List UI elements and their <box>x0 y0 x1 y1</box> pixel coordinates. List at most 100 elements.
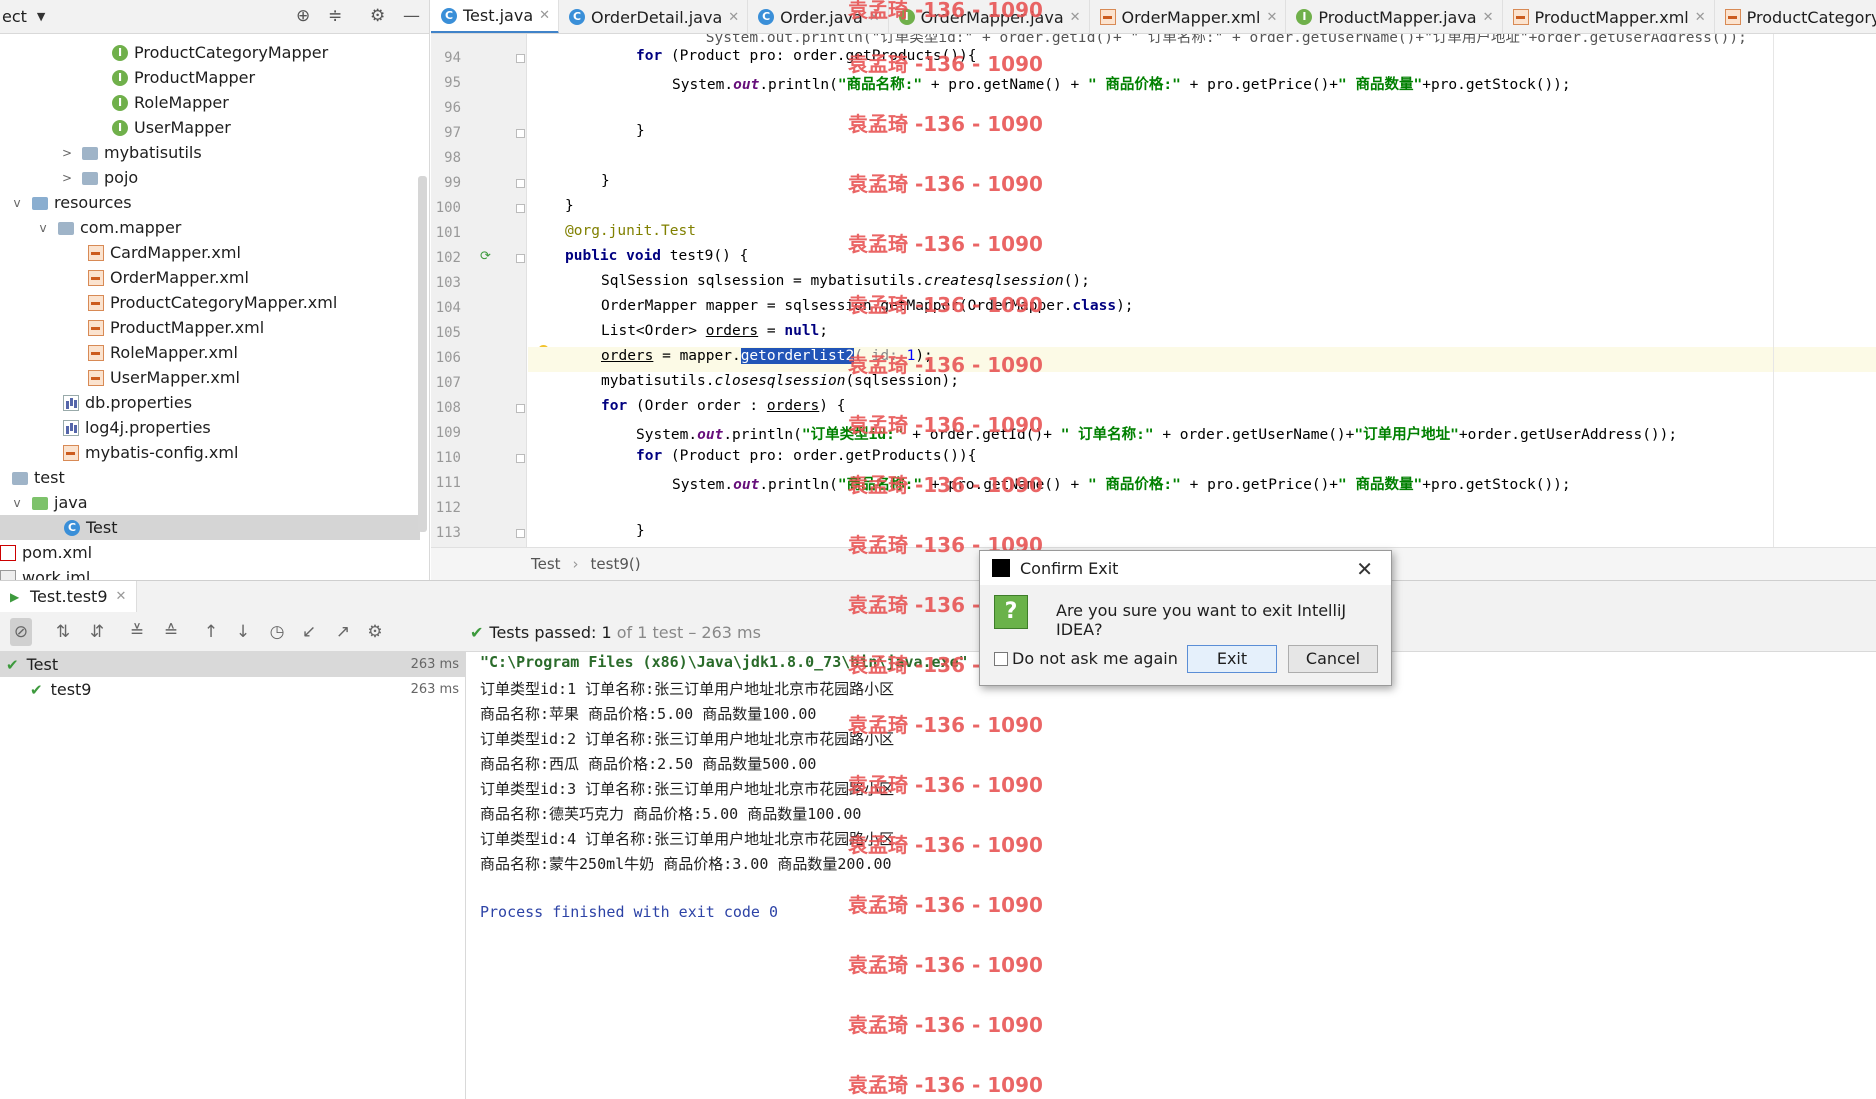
collapse-all-icon[interactable]: ≙ <box>160 622 182 642</box>
close-icon[interactable]: ✕ <box>728 10 739 25</box>
test-history-icon[interactable]: ◷ <box>266 622 288 642</box>
chevron-down-icon[interactable]: v <box>10 496 24 510</box>
tree-item[interactable]: I ProductMapper <box>112 65 255 90</box>
code-line: mybatisutils.closesqlsession(sqlsession)… <box>601 373 959 389</box>
close-icon[interactable]: ✕ <box>1483 10 1494 25</box>
tree-item[interactable]: OrderMapper.xml <box>88 265 249 290</box>
line-number: 102 <box>435 250 461 266</box>
line-number: 104 <box>435 300 461 316</box>
console-line: 商品名称:德芙巧克力 商品价格:5.00 商品数量100.00 <box>480 805 862 823</box>
close-icon[interactable]: ✕ <box>539 8 550 23</box>
fold-marker-icon[interactable] <box>516 54 525 63</box>
code-editor[interactable]: 94 95 96 97 98 99 100 101 102 103 104 10… <box>431 34 1876 547</box>
show-passed-icon[interactable]: ⊘ <box>10 618 32 646</box>
import-tests-icon[interactable]: ↙ <box>298 622 320 642</box>
test-method-row[interactable]: ✔ test9 263 ms <box>0 677 465 702</box>
export-tests-icon[interactable]: ↗ <box>332 622 354 642</box>
close-icon[interactable]: ✕ <box>116 589 127 604</box>
close-icon[interactable]: ✕ <box>869 10 880 25</box>
tree-item[interactable]: v com.mapper <box>36 215 181 240</box>
tab-productcategorymapper[interactable]: ProductCategoryMapper <box>1715 0 1876 33</box>
collapse-all-icon[interactable]: ≑ <box>328 6 342 26</box>
tree-item[interactable]: CardMapper.xml <box>88 240 241 265</box>
tree-item[interactable]: UserMapper.xml <box>88 365 240 390</box>
expand-all-icon[interactable]: ≚ <box>126 622 148 642</box>
do-not-ask-checkbox[interactable]: Do not ask me again <box>994 649 1178 668</box>
tree-item[interactable]: > pojo <box>60 165 138 190</box>
tab-orderdetail-java[interactable]: C OrderDetail.java ✕ <box>559 0 749 33</box>
tab-ordermapper-java[interactable]: I OrderMapper.java ✕ <box>889 0 1090 33</box>
next-failed-icon[interactable]: ↓ <box>232 622 254 642</box>
xml-file-icon <box>88 244 104 261</box>
tab-order-java[interactable]: C Order.java ✕ <box>748 0 889 33</box>
close-icon[interactable]: ✕ <box>1356 557 1373 581</box>
locate-icon[interactable]: ⊕ <box>296 6 310 26</box>
project-scrollbar[interactable] <box>418 176 427 532</box>
tree-item[interactable]: I RoleMapper <box>112 90 229 115</box>
fold-marker-icon[interactable] <box>516 454 525 463</box>
breadcrumb-item[interactable]: test9() <box>591 555 641 573</box>
line-number: 99 <box>444 175 461 191</box>
previous-failed-icon[interactable]: ↑ <box>200 622 222 642</box>
fold-marker-icon[interactable] <box>516 204 525 213</box>
sort-duration-icon[interactable]: ⇵ <box>86 622 108 642</box>
code-line: System.out.println("订单类型id:" + order.get… <box>601 34 1747 46</box>
tree-item[interactable]: v java <box>10 490 87 515</box>
code-line: for (Order order : orders) { <box>601 398 846 414</box>
gear-icon[interactable]: ⚙ <box>364 622 386 642</box>
tab-ordermapper-xml[interactable]: OrderMapper.xml ✕ <box>1090 0 1287 33</box>
sort-alpha-icon[interactable]: ⇅ <box>52 622 74 642</box>
tree-item[interactable]: log4j.properties <box>63 415 211 440</box>
fold-marker-icon[interactable] <box>516 254 525 263</box>
xml-file-icon <box>1724 9 1741 25</box>
chevron-right-icon[interactable]: > <box>60 171 74 185</box>
tree-item[interactable]: ProductCategoryMapper.xml <box>88 290 337 315</box>
tree-item[interactable]: RoleMapper.xml <box>88 340 238 365</box>
tree-item[interactable]: db.properties <box>63 390 192 415</box>
tab-productmapper-java[interactable]: I ProductMapper.java ✕ <box>1286 0 1503 33</box>
tree-item[interactable]: work.iml <box>0 565 90 580</box>
xml-file-icon <box>88 319 104 336</box>
chevron-down-icon[interactable]: v <box>36 221 50 235</box>
folder-icon <box>58 222 74 235</box>
tree-item[interactable]: pom.xml <box>0 540 92 565</box>
fold-marker-icon[interactable] <box>516 179 525 188</box>
tree-item[interactable]: mybatis-config.xml <box>63 440 238 465</box>
checkbox-icon[interactable] <box>994 651 1008 666</box>
exit-button[interactable]: Exit <box>1187 645 1277 673</box>
test-class-row[interactable]: ✔ Test 263 ms <box>0 652 465 677</box>
chevron-down-icon[interactable]: v <box>10 196 24 210</box>
run-test-icon[interactable]: ⟳ <box>480 249 494 264</box>
tree-item[interactable]: v resources <box>10 190 131 215</box>
xml-file-icon <box>63 444 79 461</box>
close-icon[interactable]: ✕ <box>1266 10 1277 25</box>
tree-item[interactable]: > mybatisutils <box>60 140 202 165</box>
tree-item-selected[interactable]: C Test <box>0 515 420 540</box>
chevron-down-icon[interactable]: ▼ <box>37 10 45 23</box>
close-icon[interactable]: ✕ <box>1070 10 1081 25</box>
fold-marker-icon[interactable] <box>516 529 525 538</box>
breadcrumb-item[interactable]: Test <box>531 555 561 573</box>
project-view-title[interactable]: ect <box>0 7 27 26</box>
class-icon: C <box>569 9 586 25</box>
run-tab-test9[interactable]: ▶ Test.test9 ✕ <box>0 581 138 612</box>
xml-file-icon <box>1512 9 1529 25</box>
editor-gutter: 94 95 96 97 98 99 100 101 102 103 104 10… <box>431 34 549 547</box>
dialog-title-bar[interactable]: Confirm Exit ✕ <box>980 551 1391 585</box>
tree-item[interactable]: test <box>12 465 65 490</box>
fold-marker-icon[interactable] <box>516 404 525 413</box>
fold-marker-icon[interactable] <box>516 129 525 138</box>
tree-item[interactable]: I UserMapper <box>112 115 231 140</box>
chevron-right-icon[interactable]: > <box>60 146 74 160</box>
interface-icon: I <box>112 119 128 136</box>
tab-productmapper-xml[interactable]: ProductMapper.xml ✕ <box>1503 0 1715 33</box>
gear-icon[interactable]: ⚙ <box>370 6 385 26</box>
close-icon[interactable]: ✕ <box>1695 10 1706 25</box>
tree-item[interactable]: I ProductCategoryMapper <box>112 40 328 65</box>
console-output[interactable]: "C:\Program Files (x86)\Java\jdk1.8.0_73… <box>467 652 1876 1099</box>
interface-icon: I <box>112 69 128 86</box>
tab-test-java[interactable]: C Test.java ✕ <box>431 0 560 33</box>
tree-item[interactable]: ProductMapper.xml <box>88 315 264 340</box>
hide-icon[interactable]: — <box>403 6 420 26</box>
cancel-button[interactable]: Cancel <box>1288 645 1378 673</box>
